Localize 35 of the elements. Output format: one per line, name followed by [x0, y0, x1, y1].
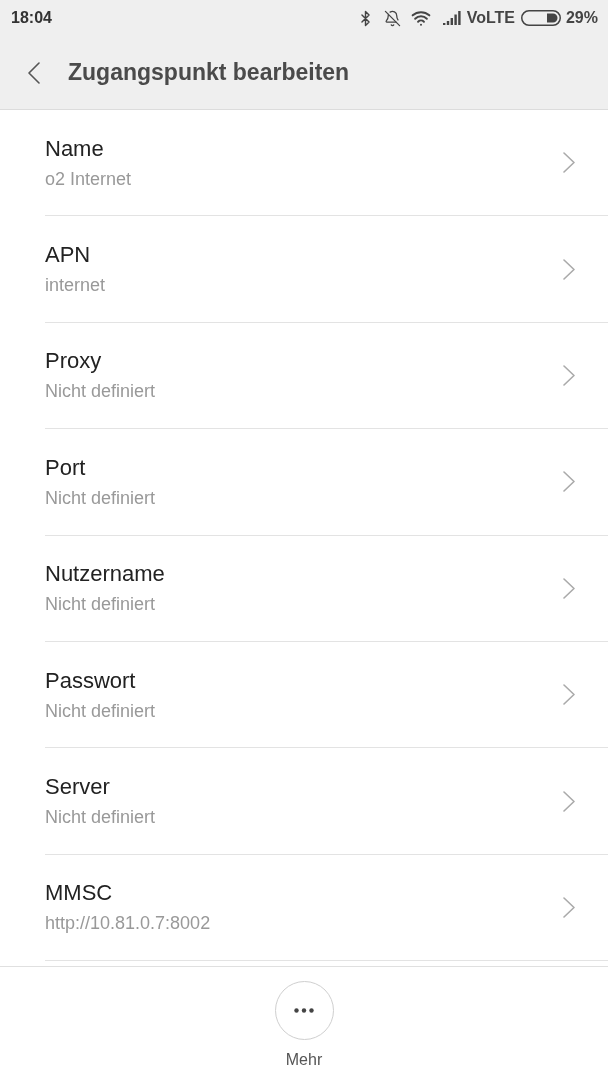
setting-value: o2 Internet: [45, 167, 132, 191]
setting-label[interactable]: MMSC: [45, 879, 211, 908]
setting-label[interactable]: APN: [45, 241, 106, 270]
setting-value: Nicht definiert: [45, 593, 157, 617]
setting-value: Nicht definiert: [45, 380, 156, 404]
wifi-icon: [410, 8, 431, 28]
setting-label[interactable]: Nutzername: [45, 560, 165, 589]
battery-percent: 29%: [565, 8, 598, 28]
setting-value: internet: [45, 274, 106, 298]
bell-off-icon: [383, 9, 401, 27]
chevron-right-icon: [563, 152, 575, 174]
setting-label[interactable]: Port: [45, 453, 156, 482]
chevron-right-icon: [563, 258, 575, 280]
page-title: Zugangspunkt bearbeiten: [68, 58, 350, 88]
signal-icon: [442, 11, 461, 25]
setting-value: Nicht definiert: [45, 699, 156, 723]
setting-label[interactable]: Passwort: [45, 666, 156, 695]
setting-value: Nicht definiert: [45, 806, 156, 830]
more-label: Mehr: [285, 1050, 323, 1070]
battery-icon: [520, 10, 561, 26]
chevron-right-icon: [563, 684, 575, 706]
status-time: 18:04: [11, 8, 52, 28]
setting-label[interactable]: Proxy: [45, 347, 156, 376]
back-icon: [28, 61, 40, 84]
chevron-right-icon: [563, 577, 575, 599]
network-type: VoLTE: [466, 8, 515, 28]
chevron-right-icon: [563, 896, 575, 918]
setting-label[interactable]: Server: [45, 773, 156, 802]
chevron-right-icon: [563, 471, 575, 493]
setting-value: http://10.81.0.7:8002: [45, 912, 211, 936]
chevron-right-icon: [563, 364, 575, 386]
chevron-right-icon: [563, 790, 575, 812]
setting-label[interactable]: Name: [45, 134, 132, 163]
more-icon: [294, 1008, 314, 1013]
setting-value: Nicht definiert: [45, 486, 156, 510]
